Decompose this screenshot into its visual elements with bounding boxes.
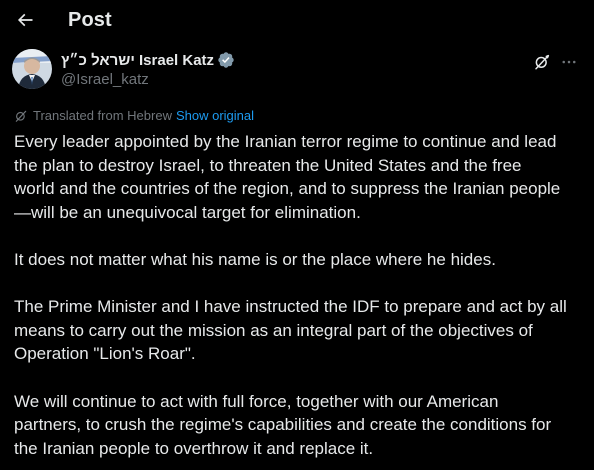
translation-notice: Translated from Hebrew Show original bbox=[14, 108, 254, 123]
avatar[interactable] bbox=[12, 49, 52, 89]
post-paragraph: The Prime Minister and I have instructed… bbox=[14, 295, 586, 366]
post-paragraph: Every leader appointed by the Iranian te… bbox=[14, 130, 586, 224]
post-line: Operation "Lion's Roar". bbox=[14, 344, 196, 364]
post-line: It does not matter what his name is or t… bbox=[14, 249, 496, 269]
post-paragraph: It does not matter what his name is or t… bbox=[14, 248, 586, 272]
post-line: means to carry out the mission as an int… bbox=[14, 320, 533, 340]
post-paragraph: We will continue to act with full force,… bbox=[14, 390, 586, 461]
page-header: Post bbox=[0, 0, 594, 42]
arrow-left-icon bbox=[17, 13, 33, 27]
page-title: Post bbox=[68, 9, 112, 31]
translated-from-label: Translated from Hebrew bbox=[33, 108, 172, 123]
post-line: The Prime Minister and I have instructed… bbox=[14, 297, 567, 317]
post-line: —will be an unequivocal target for elimi… bbox=[14, 202, 361, 222]
author-handle[interactable]: @Israel_katz bbox=[61, 71, 235, 88]
more-button[interactable] bbox=[558, 51, 580, 73]
post-page: Post ישראל כ״ץ Israel Katz @Israel_katz bbox=[0, 0, 594, 470]
post-line: world and the countries of the region, a… bbox=[14, 179, 561, 199]
more-horizontal-icon bbox=[562, 60, 576, 64]
avatar-image bbox=[12, 49, 52, 89]
grok-button[interactable] bbox=[531, 51, 553, 73]
post-line: We will continue to act with full force,… bbox=[14, 391, 499, 411]
post-line: Every leader appointed by the Iranian te… bbox=[14, 132, 557, 151]
back-button[interactable] bbox=[10, 5, 40, 35]
author-display-name[interactable]: ישראל כ״ץ Israel Katz bbox=[61, 52, 214, 69]
verified-badge-icon[interactable] bbox=[217, 51, 235, 69]
post-line: the plan to destroy Israel, to threaten … bbox=[14, 155, 522, 175]
show-original-link[interactable]: Show original bbox=[176, 108, 254, 123]
author-name-row: ישראל כ״ץ Israel Katz bbox=[61, 50, 235, 70]
post-line: partners, to crush the regime's capabili… bbox=[14, 415, 552, 435]
grok-icon bbox=[535, 54, 550, 70]
post-text: Every leader appointed by the Iranian te… bbox=[14, 130, 586, 470]
translate-icon bbox=[14, 109, 28, 123]
author-info: ישראל כ״ץ Israel Katz @Israel_katz bbox=[61, 50, 235, 88]
post-line: the Iranian people to overthrow it and r… bbox=[14, 438, 374, 458]
